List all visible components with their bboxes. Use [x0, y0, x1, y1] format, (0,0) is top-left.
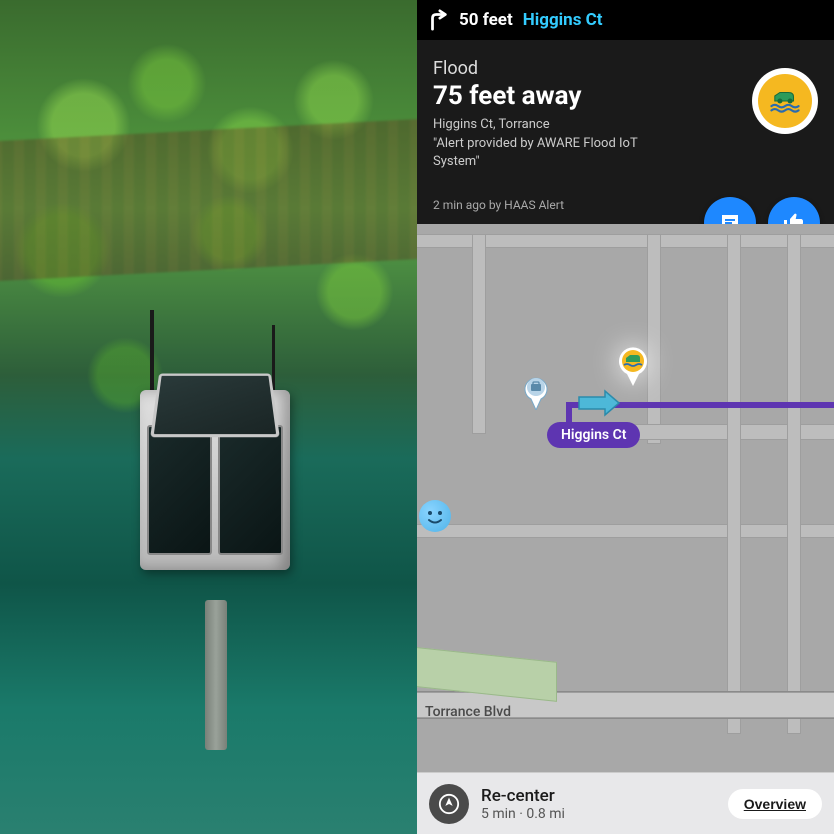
road-segment [787, 234, 801, 734]
antenna-left [150, 310, 154, 400]
eta-block: Re-center 5 min · 0.8 mi [481, 786, 716, 822]
turn-right-icon [427, 9, 449, 31]
vehicle-marker [577, 389, 621, 417]
sensor-solar-panel [150, 373, 280, 437]
recenter-label: Re-center [481, 786, 716, 806]
road-segment [727, 234, 741, 734]
road-segment [647, 234, 661, 444]
alert-title: Flood [433, 58, 818, 79]
waze-mood-icon[interactable] [419, 500, 451, 532]
road-segment [417, 524, 834, 538]
hazard-alert-card: Flood 75 feet away Higgins Ct, Torrance … [417, 40, 834, 224]
eta-text: 5 min · 0.8 mi [481, 806, 716, 822]
road-segment [472, 234, 486, 434]
turn-street: Higgins Ct [523, 10, 603, 30]
overview-button[interactable]: Overview [728, 789, 822, 819]
flood-icon [768, 84, 802, 118]
bottom-bar: Re-center 5 min · 0.8 mi Overview [417, 772, 834, 834]
sensor-pole [205, 600, 227, 750]
work-poi-pin[interactable] [522, 374, 550, 410]
navigation-app-panel: 50 feet Higgins Ct Flood 75 feet away Hi… [417, 0, 834, 834]
flood-alert-badge [752, 68, 818, 134]
recenter-button[interactable] [429, 784, 469, 824]
flood-hazard-pin[interactable] [617, 346, 649, 386]
cross-street-label: Torrance Blvd [425, 704, 511, 720]
flood-sensor-device [125, 360, 305, 630]
alert-description: "Alert provided by AWARE Flood IoT Syste… [433, 135, 673, 170]
sensor-panel-left [147, 425, 212, 555]
sensor-panel-right [218, 425, 283, 555]
turn-distance: 50 feet [459, 10, 513, 30]
sensor-photo-panel [0, 0, 417, 834]
route-street-label: Higgins Ct [547, 422, 640, 448]
bridge-background [0, 118, 417, 283]
turn-instruction-bar: 50 feet Higgins Ct [417, 0, 834, 40]
map-canvas[interactable]: Higgins Ct [417, 224, 834, 772]
compass-icon [438, 793, 460, 815]
